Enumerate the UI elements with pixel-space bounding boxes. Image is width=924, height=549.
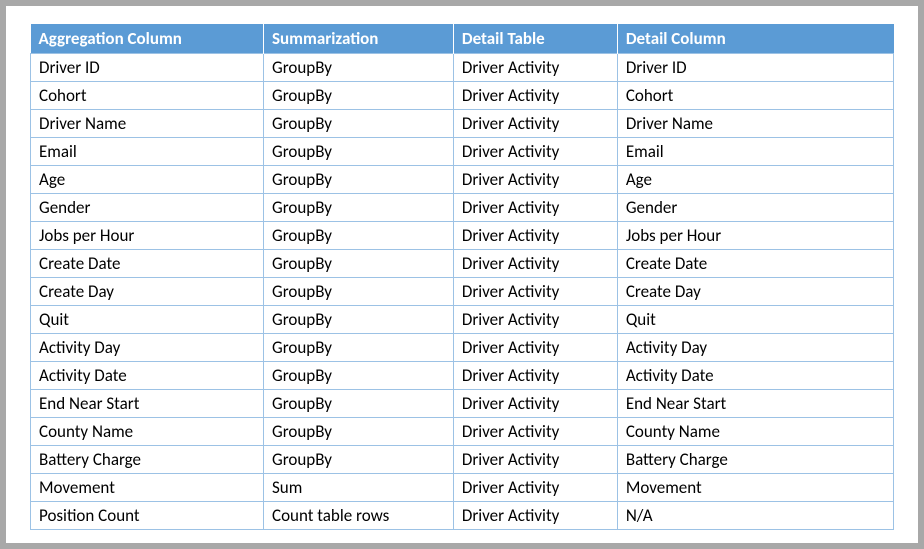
- table-cell: GroupBy: [264, 250, 454, 278]
- table-row: Driver IDGroupByDriver ActivityDriver ID: [31, 54, 894, 82]
- table-row: Create DateGroupByDriver ActivityCreate …: [31, 250, 894, 278]
- table-cell: Driver Activity: [453, 110, 617, 138]
- table-cell: Movement: [31, 474, 264, 502]
- table-cell: Battery Charge: [31, 446, 264, 474]
- table-cell: Create Day: [31, 278, 264, 306]
- table-cell: Position Count: [31, 502, 264, 530]
- table-cell: GroupBy: [264, 222, 454, 250]
- header-detail-column: Detail Column: [617, 24, 893, 54]
- table-cell: Driver ID: [617, 54, 893, 82]
- table-cell: Driver Activity: [453, 138, 617, 166]
- table-cell: Driver Activity: [453, 334, 617, 362]
- table-cell: Gender: [617, 194, 893, 222]
- table-cell: Activity Date: [31, 362, 264, 390]
- table-cell: GroupBy: [264, 110, 454, 138]
- table-cell: Driver ID: [31, 54, 264, 82]
- table-cell: Battery Charge: [617, 446, 893, 474]
- table-cell: Driver Activity: [453, 250, 617, 278]
- table-cell: Driver Activity: [453, 278, 617, 306]
- table-cell: Age: [617, 166, 893, 194]
- table-cell: Driver Activity: [453, 446, 617, 474]
- table-row: Battery ChargeGroupByDriver ActivityBatt…: [31, 446, 894, 474]
- table-cell: Activity Day: [31, 334, 264, 362]
- table-cell: Driver Name: [31, 110, 264, 138]
- table-cell: County Name: [617, 418, 893, 446]
- table-cell: GroupBy: [264, 138, 454, 166]
- table-cell: Driver Activity: [453, 166, 617, 194]
- table-cell: Driver Activity: [453, 418, 617, 446]
- table-cell: GroupBy: [264, 390, 454, 418]
- table-cell: GroupBy: [264, 166, 454, 194]
- table-body: Driver IDGroupByDriver ActivityDriver ID…: [31, 54, 894, 530]
- table-row: Position CountCount table rowsDriver Act…: [31, 502, 894, 530]
- table-row: AgeGroupByDriver ActivityAge: [31, 166, 894, 194]
- table-cell: GroupBy: [264, 194, 454, 222]
- table-cell: Create Date: [617, 250, 893, 278]
- table-cell: GroupBy: [264, 334, 454, 362]
- table-row: Create DayGroupByDriver ActivityCreate D…: [31, 278, 894, 306]
- table-row: Driver NameGroupByDriver ActivityDriver …: [31, 110, 894, 138]
- header-aggregation-column: Aggregation Column: [31, 24, 264, 54]
- table-row: EmailGroupByDriver ActivityEmail: [31, 138, 894, 166]
- table-cell: GroupBy: [264, 306, 454, 334]
- table-cell: Quit: [31, 306, 264, 334]
- table-cell: Driver Activity: [453, 390, 617, 418]
- header-detail-table: Detail Table: [453, 24, 617, 54]
- table-cell: Driver Activity: [453, 54, 617, 82]
- table-cell: GroupBy: [264, 362, 454, 390]
- table-cell: Create Day: [617, 278, 893, 306]
- table-row: County NameGroupByDriver ActivityCounty …: [31, 418, 894, 446]
- table-cell: Driver Activity: [453, 362, 617, 390]
- table-cell: GroupBy: [264, 54, 454, 82]
- table-cell: Cohort: [31, 82, 264, 110]
- table-cell: Driver Activity: [453, 194, 617, 222]
- table-cell: Driver Activity: [453, 502, 617, 530]
- table-cell: End Near Start: [31, 390, 264, 418]
- table-row: GenderGroupByDriver ActivityGender: [31, 194, 894, 222]
- table-row: CohortGroupByDriver ActivityCohort: [31, 82, 894, 110]
- table-cell: Email: [617, 138, 893, 166]
- table-cell: Driver Activity: [453, 82, 617, 110]
- table-row: MovementSumDriver ActivityMovement: [31, 474, 894, 502]
- table-cell: Age: [31, 166, 264, 194]
- table-cell: GroupBy: [264, 278, 454, 306]
- table-container: Aggregation Column Summarization Detail …: [6, 6, 918, 543]
- table-row: Activity DayGroupByDriver ActivityActivi…: [31, 334, 894, 362]
- table-cell: Cohort: [617, 82, 893, 110]
- table-cell: Create Date: [31, 250, 264, 278]
- table-cell: End Near Start: [617, 390, 893, 418]
- table-cell: Activity Date: [617, 362, 893, 390]
- table-cell: Movement: [617, 474, 893, 502]
- table-cell: Jobs per Hour: [31, 222, 264, 250]
- table-cell: Email: [31, 138, 264, 166]
- table-cell: Driver Activity: [453, 474, 617, 502]
- header-summarization: Summarization: [264, 24, 454, 54]
- table-header-row: Aggregation Column Summarization Detail …: [31, 24, 894, 54]
- table-cell: Sum: [264, 474, 454, 502]
- table-cell: Driver Activity: [453, 222, 617, 250]
- table-row: Activity DateGroupByDriver ActivityActiv…: [31, 362, 894, 390]
- table-cell: Activity Day: [617, 334, 893, 362]
- table-row: QuitGroupByDriver ActivityQuit: [31, 306, 894, 334]
- table-cell: Count table rows: [264, 502, 454, 530]
- table-row: Jobs per HourGroupByDriver ActivityJobs …: [31, 222, 894, 250]
- table-cell: GroupBy: [264, 446, 454, 474]
- table-cell: GroupBy: [264, 418, 454, 446]
- table-cell: Jobs per Hour: [617, 222, 893, 250]
- table-cell: GroupBy: [264, 82, 454, 110]
- table-cell: N/A: [617, 502, 893, 530]
- table-cell: Quit: [617, 306, 893, 334]
- table-row: End Near StartGroupByDriver ActivityEnd …: [31, 390, 894, 418]
- table-cell: Driver Activity: [453, 306, 617, 334]
- table-cell: Gender: [31, 194, 264, 222]
- aggregation-table: Aggregation Column Summarization Detail …: [30, 24, 894, 530]
- table-cell: Driver Name: [617, 110, 893, 138]
- table-cell: County Name: [31, 418, 264, 446]
